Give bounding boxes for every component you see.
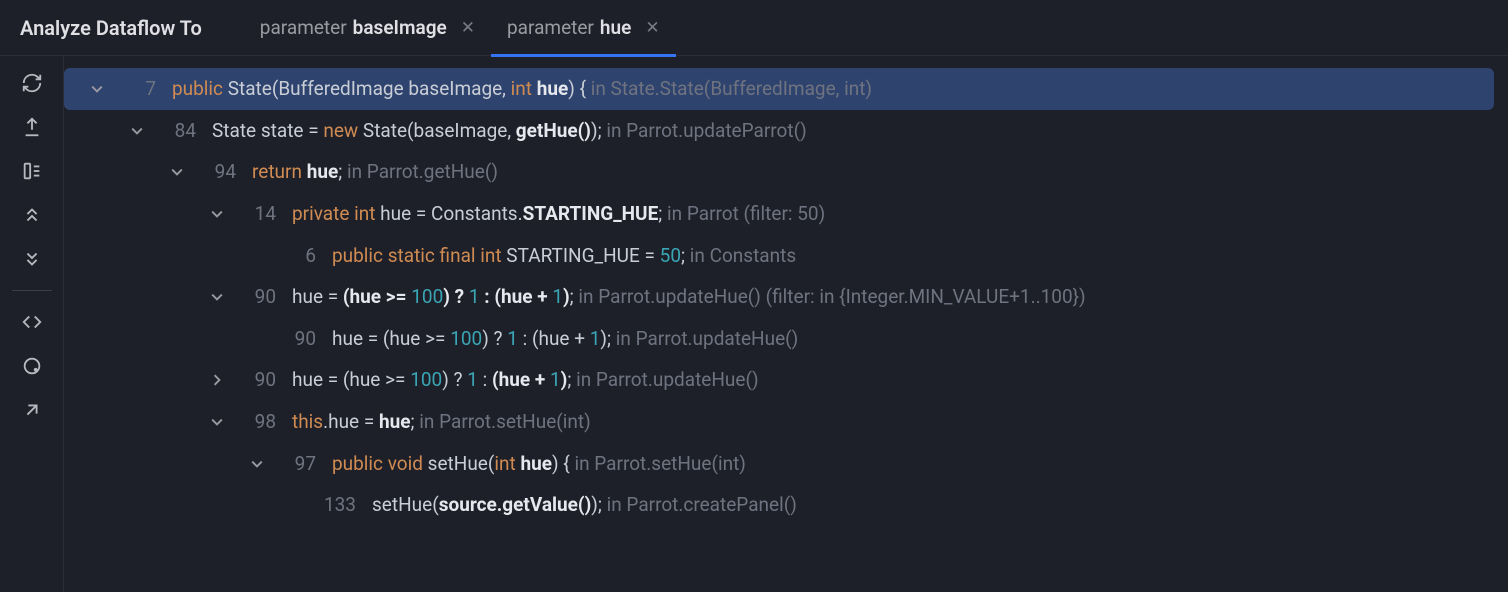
code-text: setHue(source.getValue()); in Parrot.cre… xyxy=(372,492,797,518)
tab-hue[interactable]: parameter hue ✕ xyxy=(491,0,676,56)
panel-title: Analyze Dataflow To xyxy=(20,16,202,40)
tab-prefix: parameter xyxy=(507,16,594,39)
code-text: hue = (hue >= 100) ? 1 : (hue + 1); in P… xyxy=(292,284,1086,310)
loop-icon[interactable] xyxy=(19,353,45,379)
toolbar-separator xyxy=(12,290,52,291)
toolbar xyxy=(0,56,64,592)
chevron-down-icon[interactable] xyxy=(248,455,266,473)
code-text: State state = new State(baseImage, getHu… xyxy=(212,118,807,144)
expand-icon[interactable] xyxy=(19,158,45,184)
line-number: 97 xyxy=(278,451,316,477)
export-icon[interactable] xyxy=(19,114,45,140)
refresh-icon[interactable] xyxy=(19,70,45,96)
tree-row[interactable]: 6 public static final int STARTING_HUE = … xyxy=(64,235,1508,277)
next-icon[interactable] xyxy=(19,246,45,272)
chevron-down-icon[interactable] xyxy=(208,413,226,431)
tree-row[interactable]: 98 this.hue = hue; in Parrot.setHue(int) xyxy=(64,401,1508,443)
chevron-right-icon[interactable] xyxy=(208,371,226,389)
chevron-down-icon[interactable] xyxy=(168,163,186,181)
chevron-down-icon[interactable] xyxy=(128,122,146,140)
line-number: 6 xyxy=(278,243,316,269)
line-number: 94 xyxy=(198,159,236,185)
top-bar: Analyze Dataflow To parameterbaseImage✕p… xyxy=(0,0,1508,56)
tree[interactable]: 7 public State(BufferedImage baseImage, i… xyxy=(64,56,1508,592)
main: 7 public State(BufferedImage baseImage, i… xyxy=(0,56,1508,592)
code-text: public State(BufferedImage baseImage, in… xyxy=(172,76,872,102)
tree-row[interactable]: 90 hue = (hue >= 100) ? 1 : (hue + 1); in… xyxy=(64,318,1508,360)
tree-row[interactable]: 90 hue = (hue >= 100) ? 1 : (hue + 1); in… xyxy=(64,359,1508,401)
code-text: public void setHue(int hue) { in Parrot.… xyxy=(332,451,746,477)
line-number: 90 xyxy=(238,367,276,393)
line-number: 14 xyxy=(238,201,276,227)
line-number: 90 xyxy=(278,326,316,352)
tree-row[interactable]: 94 return hue; in Parrot.getHue() xyxy=(64,151,1508,193)
tree-row[interactable]: 90 hue = (hue >= 100) ? 1 : (hue + 1); in… xyxy=(64,276,1508,318)
line-number: 98 xyxy=(238,409,276,435)
tree-row[interactable]: 133 setHue(source.getValue()); in Parrot.… xyxy=(64,484,1508,526)
tree-row[interactable]: 7 public State(BufferedImage baseImage, i… xyxy=(64,68,1494,110)
open-icon[interactable] xyxy=(19,397,45,423)
line-number: 90 xyxy=(238,284,276,310)
line-number: 7 xyxy=(118,76,156,102)
line-number: 84 xyxy=(158,118,196,144)
code-icon[interactable] xyxy=(19,309,45,335)
close-icon[interactable]: ✕ xyxy=(645,18,659,38)
tab-baseImage[interactable]: parameter baseImage ✕ xyxy=(244,0,491,56)
tree-row[interactable]: 97 public void setHue(int hue) { in Parro… xyxy=(64,443,1508,485)
line-number: 133 xyxy=(318,492,356,518)
close-icon[interactable]: ✕ xyxy=(461,18,475,38)
tabs: parameter baseImage ✕ parameter hue ✕ xyxy=(244,0,676,56)
code-text: this.hue = hue; in Parrot.setHue(int) xyxy=(292,409,591,435)
chevron-down-icon[interactable] xyxy=(208,288,226,306)
tab-prefix: parameter xyxy=(260,16,347,39)
code-text: hue = (hue >= 100) ? 1 : (hue + 1); in P… xyxy=(292,367,759,393)
code-text: public static final int STARTING_HUE = 5… xyxy=(332,243,796,269)
tab-label: baseImage xyxy=(353,16,447,39)
chevron-down-icon[interactable] xyxy=(208,205,226,223)
tree-row[interactable]: 84 State state = new State(baseImage, get… xyxy=(64,110,1508,152)
code-text: private int hue = Constants.STARTING_HUE… xyxy=(292,201,825,227)
code-text: return hue; in Parrot.getHue() xyxy=(252,159,498,185)
tab-label: hue xyxy=(600,16,631,39)
prev-icon[interactable] xyxy=(19,202,45,228)
tree-row[interactable]: 14 private int hue = Constants.STARTING_H… xyxy=(64,193,1508,235)
chevron-down-icon[interactable] xyxy=(88,80,106,98)
code-text: hue = (hue >= 100) ? 1 : (hue + 1); in P… xyxy=(332,326,798,352)
